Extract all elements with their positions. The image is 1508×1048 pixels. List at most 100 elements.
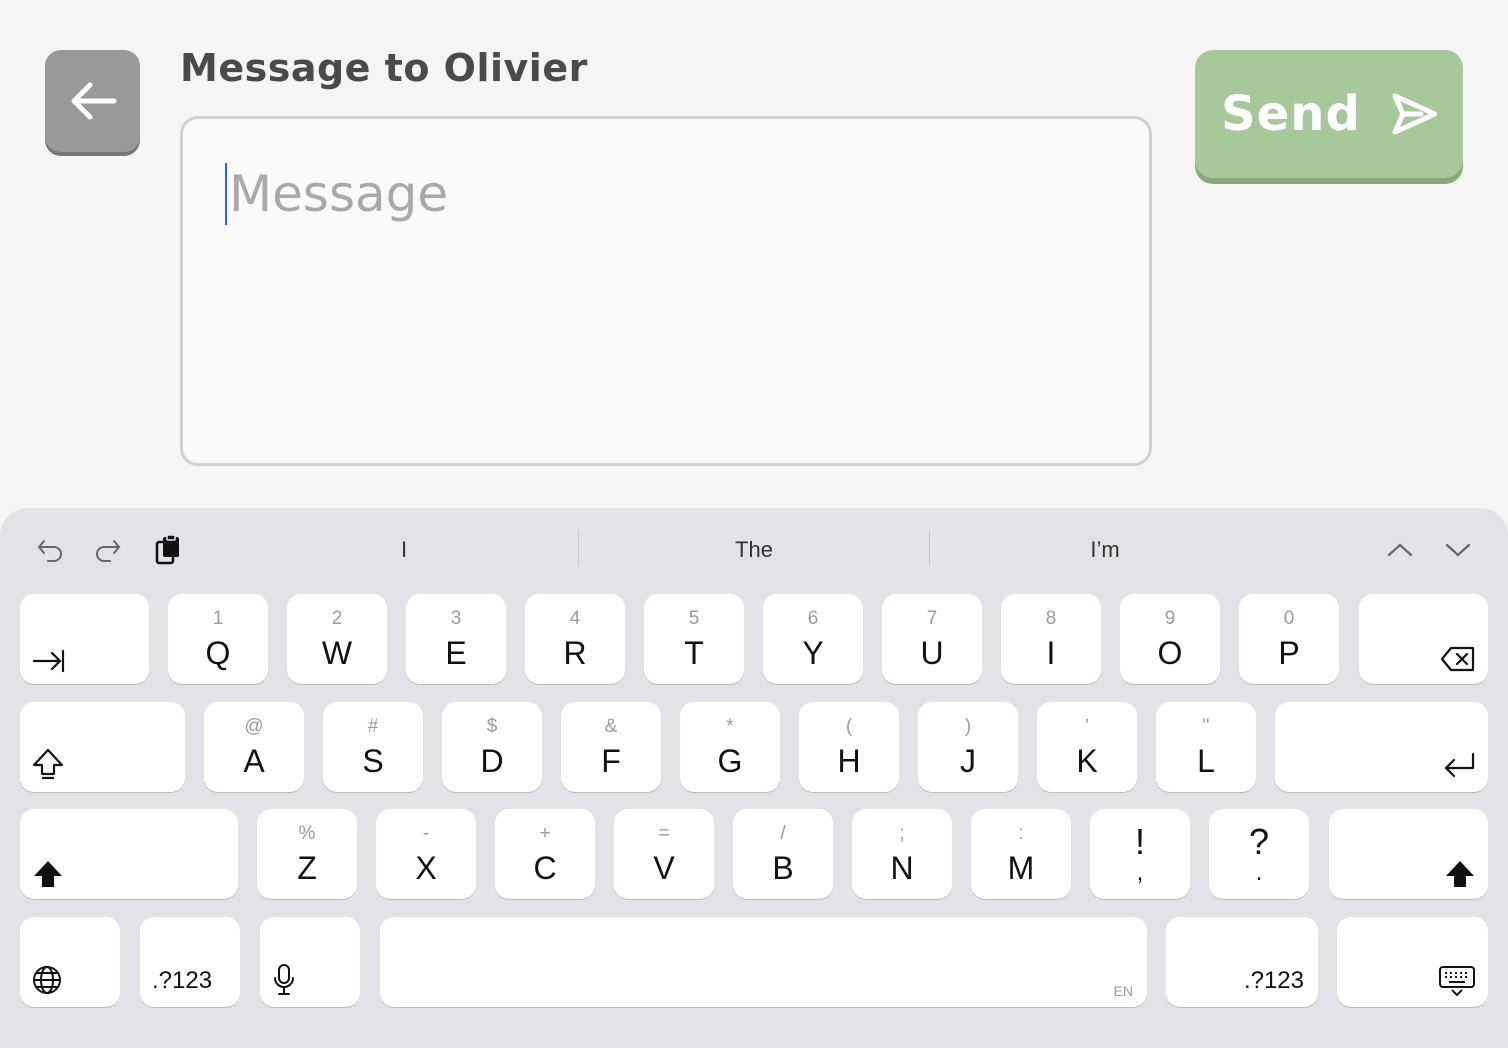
send-button-label: Send bbox=[1221, 86, 1361, 142]
key-a[interactable]: @ A bbox=[204, 702, 304, 792]
on-screen-keyboard: I The I’m 1Q2W3E4R5T6Y7U8I9O0P @ A # S $ D & F *… bbox=[0, 508, 1508, 1048]
text-caret bbox=[225, 163, 227, 225]
key-e[interactable]: 3E bbox=[406, 594, 506, 684]
key-secondary-label: 5 bbox=[688, 608, 700, 629]
key-g[interactable]: * G bbox=[680, 702, 780, 792]
key-primary-label: X bbox=[415, 850, 437, 886]
previous-field-button[interactable] bbox=[1378, 528, 1422, 572]
key-f[interactable]: & F bbox=[561, 702, 661, 792]
key-secondary-label: 1 bbox=[212, 608, 224, 629]
return-icon bbox=[1444, 752, 1475, 778]
page-title: Message to Olivier bbox=[180, 46, 588, 90]
suggestion-3[interactable]: I’m bbox=[935, 528, 1275, 572]
key-primary-label: M bbox=[1007, 850, 1035, 886]
key-x[interactable]: -X bbox=[376, 809, 476, 899]
key-primary-label: ? bbox=[1248, 821, 1270, 862]
shift-key-right[interactable] bbox=[1329, 809, 1488, 899]
space-key[interactable]: EN bbox=[380, 917, 1147, 1007]
globe-key[interactable] bbox=[20, 917, 120, 1007]
key-secondary-label: - bbox=[422, 823, 430, 844]
key-primary-label: R bbox=[563, 635, 587, 671]
key-m[interactable]: :M bbox=[971, 809, 1071, 899]
undo-button[interactable] bbox=[30, 528, 70, 572]
key-primary-label: F bbox=[601, 743, 621, 779]
key-secondary-label: , bbox=[1136, 859, 1144, 886]
key-r[interactable]: 4R bbox=[525, 594, 625, 684]
key-exclamation-comma[interactable]: !, bbox=[1090, 809, 1190, 899]
key-secondary-label: ' bbox=[1085, 716, 1089, 737]
key-primary-label: L bbox=[1197, 743, 1215, 779]
key-primary-label: O bbox=[1157, 635, 1183, 671]
redo-icon bbox=[96, 540, 121, 562]
key-secondary-label: 7 bbox=[926, 608, 938, 629]
backspace-icon bbox=[1440, 646, 1475, 672]
message-placeholder: Message bbox=[229, 165, 449, 223]
key-y[interactable]: 6Y bbox=[763, 594, 863, 684]
key-c[interactable]: + C bbox=[495, 809, 595, 899]
key-secondary-label: = bbox=[658, 823, 670, 844]
key-z[interactable]: % Z bbox=[257, 809, 357, 899]
send-button[interactable]: Send bbox=[1195, 50, 1463, 178]
key-d[interactable]: $ D bbox=[442, 702, 542, 792]
key-secondary-label: $ bbox=[486, 716, 498, 737]
key-k[interactable]: ' K bbox=[1037, 702, 1137, 792]
key-primary-label: I bbox=[1046, 635, 1056, 671]
key-i[interactable]: 8I bbox=[1001, 594, 1101, 684]
key-n[interactable]: ; N bbox=[852, 809, 952, 899]
tab-key[interactable] bbox=[20, 594, 149, 684]
redo-button[interactable] bbox=[88, 528, 128, 572]
key-o[interactable]: 9O bbox=[1120, 594, 1220, 684]
key-secondary-label: ; bbox=[899, 823, 905, 844]
key-s[interactable]: # S bbox=[323, 702, 423, 792]
message-input[interactable]: Message bbox=[180, 116, 1152, 466]
key-b[interactable]: / B bbox=[733, 809, 833, 899]
caps-lock-key[interactable] bbox=[20, 702, 185, 792]
key-question-period[interactable]: ?. bbox=[1209, 809, 1309, 899]
key-t[interactable]: 5T bbox=[644, 594, 744, 684]
dictation-key[interactable] bbox=[260, 917, 360, 1007]
key-primary-label: B bbox=[772, 850, 794, 886]
key-v[interactable]: = V bbox=[614, 809, 714, 899]
key-l[interactable]: " L bbox=[1156, 702, 1256, 792]
suggestion-1[interactable]: I bbox=[234, 528, 574, 572]
key-h[interactable]: (H bbox=[799, 702, 899, 792]
key-secondary-label: . bbox=[1255, 859, 1263, 886]
key-primary-label: Z bbox=[297, 850, 317, 886]
key-secondary-label: * bbox=[726, 716, 734, 737]
key-primary-label: H bbox=[837, 743, 861, 779]
numbers-key-left[interactable]: .?123 bbox=[140, 917, 240, 1007]
key-secondary-label: 8 bbox=[1045, 608, 1057, 629]
key-primary-label: W bbox=[321, 635, 353, 671]
key-secondary-label: @ bbox=[244, 716, 264, 737]
key-secondary-label: ) bbox=[964, 716, 972, 737]
shift-icon bbox=[34, 861, 62, 887]
key-primary-label: V bbox=[653, 850, 675, 886]
next-field-button[interactable] bbox=[1436, 528, 1480, 572]
suggestion-divider bbox=[929, 530, 930, 566]
key-secondary-label: 0 bbox=[1283, 608, 1295, 629]
return-key[interactable] bbox=[1275, 702, 1488, 792]
delete-key[interactable] bbox=[1359, 594, 1488, 684]
key-primary-label: P bbox=[1278, 635, 1300, 671]
paste-button[interactable] bbox=[148, 528, 188, 572]
key-primary-label: K bbox=[1076, 743, 1098, 779]
key-w[interactable]: 2W bbox=[287, 594, 387, 684]
key-secondary-label: 9 bbox=[1164, 608, 1176, 629]
hide-keyboard-key[interactable] bbox=[1337, 917, 1488, 1007]
chevron-up-icon bbox=[1387, 543, 1413, 557]
caps-lock-icon bbox=[32, 748, 64, 780]
key-q[interactable]: 1Q bbox=[168, 594, 268, 684]
shift-key-left[interactable] bbox=[20, 809, 238, 899]
numbers-key-right[interactable]: .?123 bbox=[1166, 917, 1318, 1007]
key-u[interactable]: 7U bbox=[882, 594, 982, 684]
suggestion-2[interactable]: The bbox=[584, 528, 924, 572]
back-button[interactable] bbox=[45, 50, 140, 152]
shift-icon bbox=[1446, 861, 1474, 887]
key-secondary-label: & bbox=[604, 716, 618, 737]
key-primary-label: ! bbox=[1134, 821, 1145, 862]
microphone-icon bbox=[274, 964, 294, 995]
space-language-label: EN bbox=[1113, 983, 1133, 999]
key-p[interactable]: 0P bbox=[1239, 594, 1339, 684]
key-secondary-label: 3 bbox=[450, 608, 462, 629]
key-j[interactable]: ) J bbox=[918, 702, 1018, 792]
